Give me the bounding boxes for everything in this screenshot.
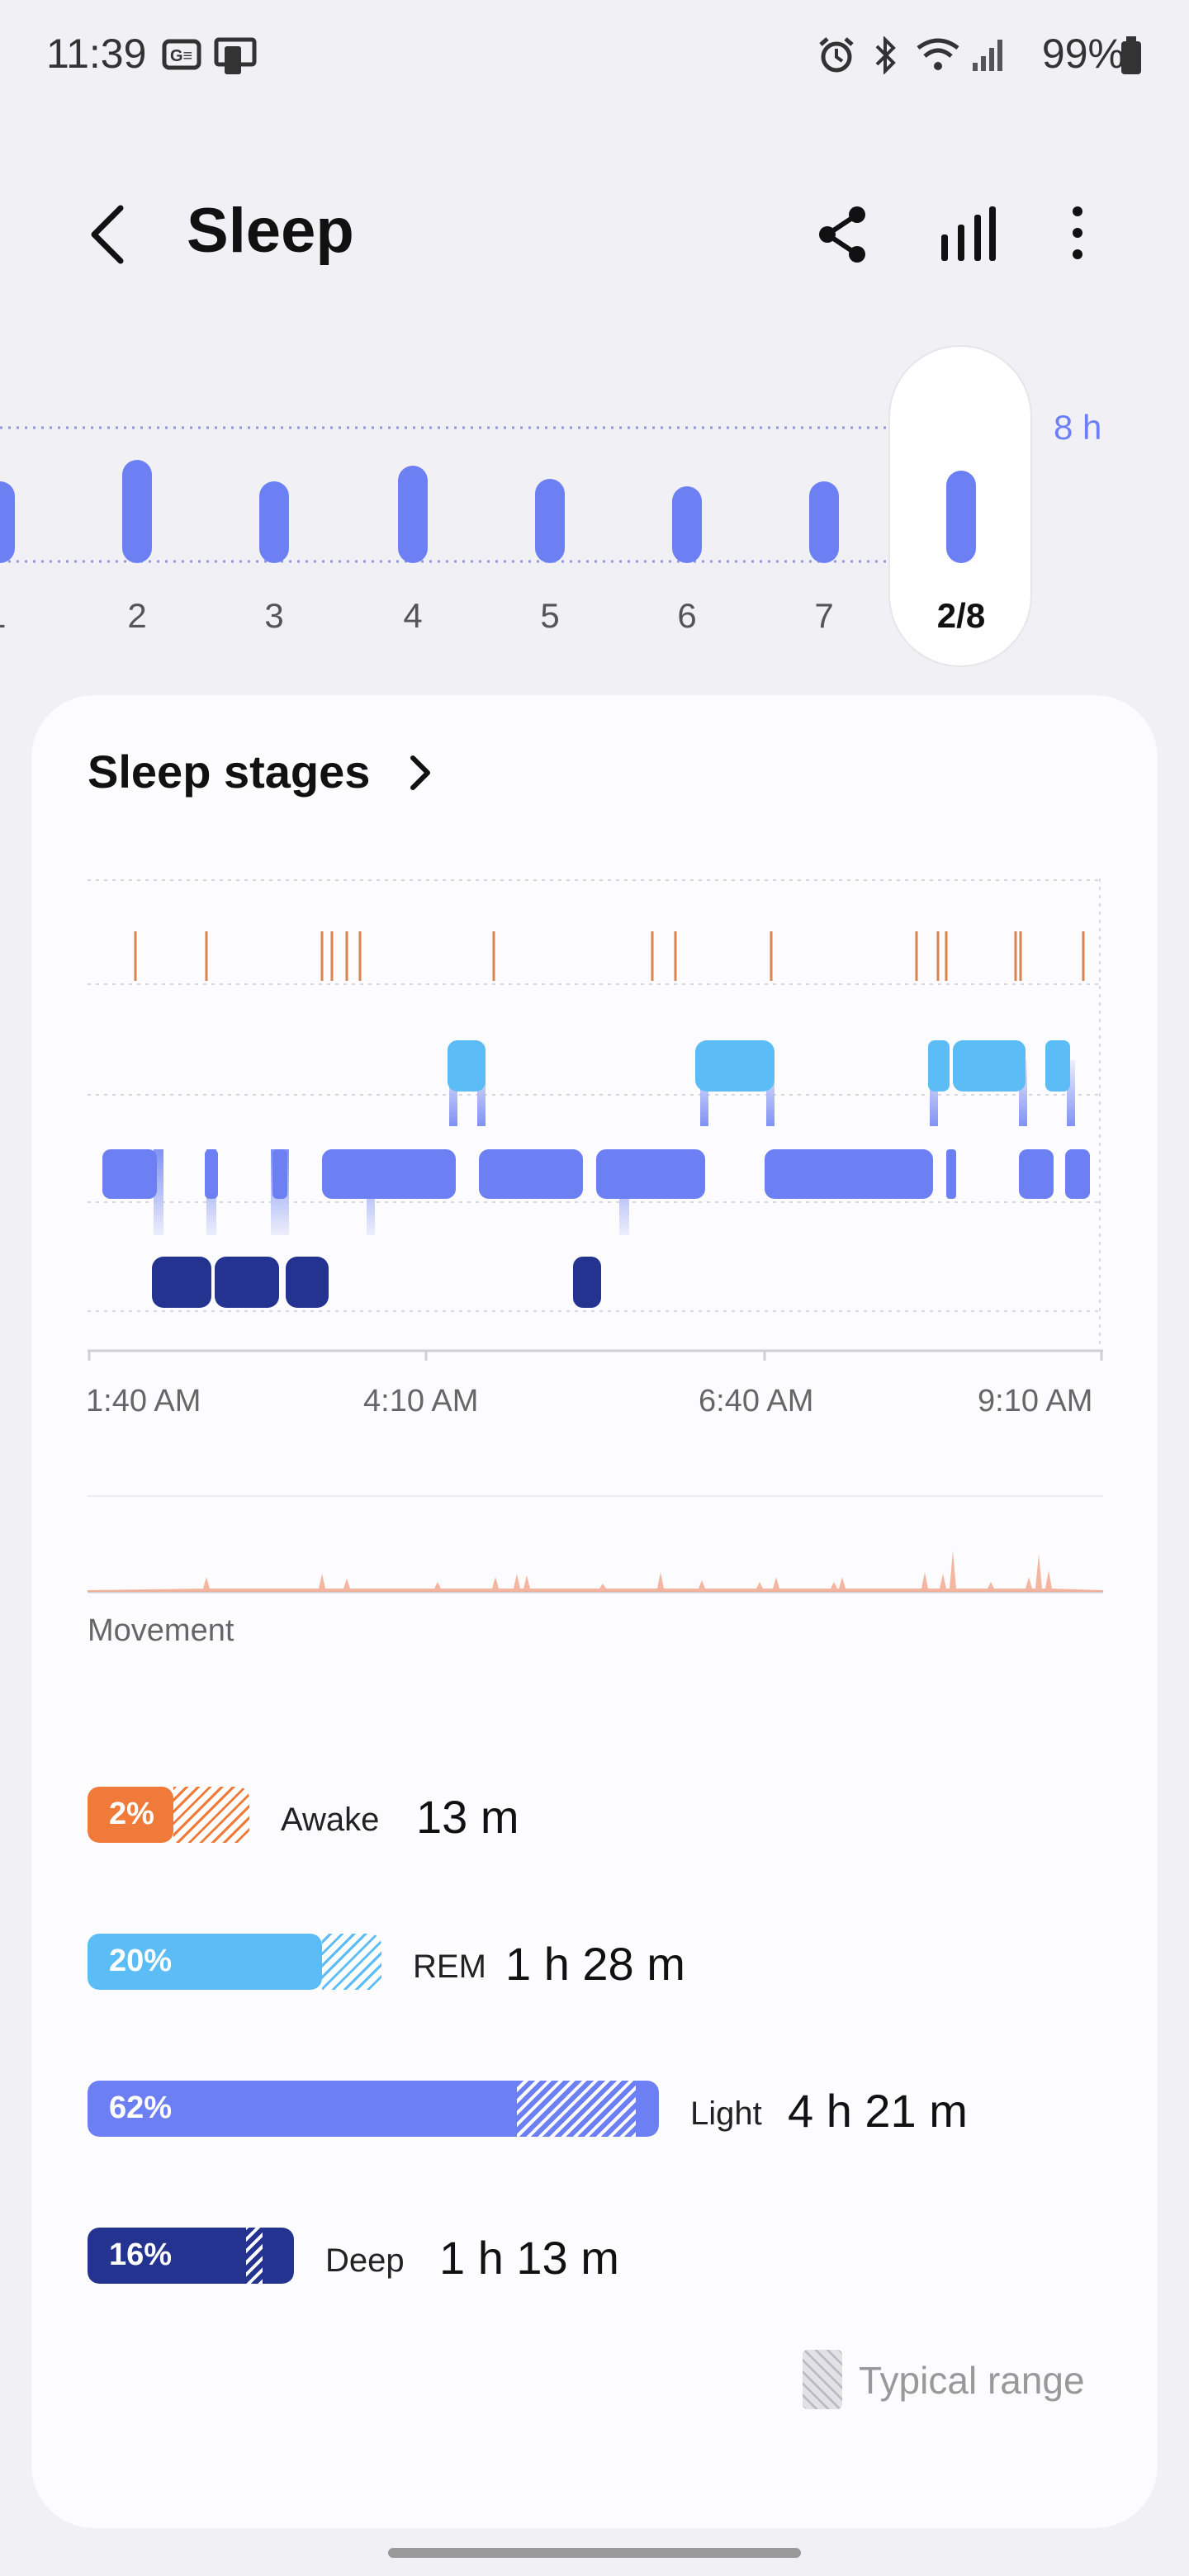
back-icon[interactable] xyxy=(84,203,130,266)
day-bar-4[interactable] xyxy=(535,479,565,563)
share-icon[interactable] xyxy=(816,205,870,263)
movement-chart xyxy=(88,1495,1103,1593)
bar-chart-icon[interactable] xyxy=(938,205,996,263)
day-label-3[interactable]: 4 xyxy=(363,596,462,636)
alarm-icon xyxy=(819,37,854,73)
typical-range-label: Typical range xyxy=(859,2359,1085,2402)
time-label-2: 4:10 AM xyxy=(363,1384,479,1418)
chevron-right-icon[interactable] xyxy=(405,751,434,794)
stage-percent: 20% xyxy=(109,1944,173,1978)
time-label-3: 6:40 AM xyxy=(699,1384,814,1418)
stage-bar-rem: 20% xyxy=(88,1934,381,1990)
day-label-7[interactable]: 2/8 xyxy=(912,596,1011,636)
stage-duration-rem: 1 h 28 m xyxy=(505,1938,685,1990)
day-bar-1[interactable] xyxy=(122,460,152,563)
stage-percent: 16% xyxy=(109,2237,173,2272)
stage-bar-awake: 2% xyxy=(88,1787,249,1843)
sleep-stages-title[interactable]: Sleep stages xyxy=(88,745,370,798)
stage-name-deep: Deep xyxy=(325,2242,405,2279)
typical-range-band xyxy=(322,1934,381,1990)
svg-text:G≡: G≡ xyxy=(170,47,192,65)
stage-bar-deep: 16% xyxy=(88,2228,294,2284)
day-label-4[interactable]: 5 xyxy=(500,596,599,636)
day-label-5[interactable]: 6 xyxy=(637,596,737,636)
day-bar-6[interactable] xyxy=(809,481,839,563)
stage-bar-light: 62% xyxy=(88,2081,659,2137)
more-vert-icon[interactable] xyxy=(1065,205,1090,263)
day-bar-5[interactable] xyxy=(672,486,702,563)
day-label-0[interactable]: /1 xyxy=(0,596,41,636)
stage-name-rem: REM xyxy=(413,1949,486,1985)
day-bar-0[interactable] xyxy=(0,481,15,563)
hypnogram-chart xyxy=(88,878,1103,1361)
stage-duration-awake: 13 m xyxy=(416,1791,519,1843)
day-bar-3[interactable] xyxy=(398,466,428,563)
day-label-2[interactable]: 3 xyxy=(225,596,324,636)
day-bar-7[interactable] xyxy=(946,471,976,563)
screen-cast-icon xyxy=(214,37,257,74)
stage-name-awake: Awake xyxy=(281,1802,380,1838)
day-label-1[interactable]: 2 xyxy=(88,596,187,636)
bluetooth-icon xyxy=(875,36,896,74)
day-bar-2[interactable] xyxy=(259,481,289,563)
typical-range-swatch-icon xyxy=(803,2350,842,2409)
battery-icon xyxy=(1121,36,1141,74)
movement-label: Movement xyxy=(88,1613,234,1648)
stage-percent: 62% xyxy=(109,2091,173,2125)
deep-blocks xyxy=(152,1257,601,1308)
awake-ticks xyxy=(134,931,1085,981)
rem-blocks xyxy=(448,1040,1070,1091)
day-label-6[interactable]: 7 xyxy=(775,596,874,636)
typical-range-band xyxy=(517,2081,636,2137)
battery-percent: 99% xyxy=(1041,31,1125,77)
stage-name-light: Light xyxy=(690,2095,762,2132)
signal-icon xyxy=(973,40,1002,71)
time-label-start: 1:40 AM xyxy=(86,1384,201,1418)
stage-duration-light: 4 h 21 m xyxy=(788,2085,968,2137)
stage-duration-deep: 1 h 13 m xyxy=(439,2232,619,2284)
x-axis xyxy=(88,1349,1103,1361)
stage-percent: 2% xyxy=(109,1797,154,1831)
time-label-end: 9:10 AM xyxy=(978,1384,1093,1418)
google-news-icon: G≡ xyxy=(162,39,201,70)
status-time: 11:39 xyxy=(46,31,147,77)
goal-label: 8 h xyxy=(1054,408,1102,447)
wifi-icon xyxy=(917,38,959,70)
home-indicator[interactable] xyxy=(388,2548,801,2558)
typical-range-band xyxy=(246,2228,263,2284)
light-blocks xyxy=(102,1149,1090,1199)
typical-range-band xyxy=(173,1787,249,1843)
page-title: Sleep xyxy=(187,196,354,266)
